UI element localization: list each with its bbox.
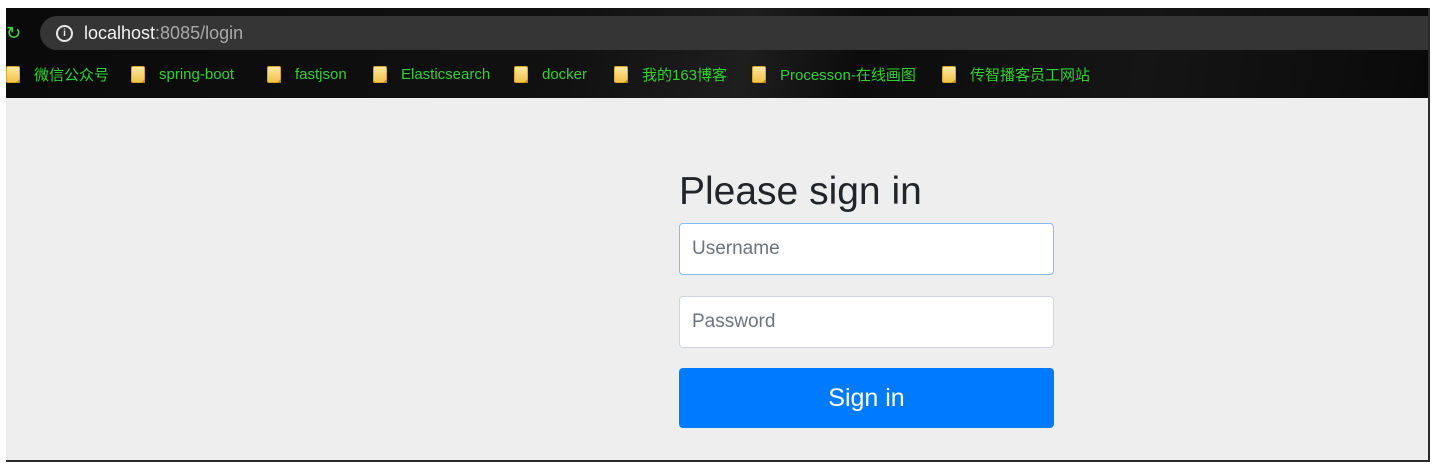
folder-icon: [267, 65, 281, 83]
browser-chrome: ↻ i localhost:8085/login 微信公众号 spring-bo…: [6, 8, 1428, 98]
bookmark-elasticsearch[interactable]: Elasticsearch: [373, 62, 490, 86]
bookmark-label: 我的163博客: [642, 66, 728, 84]
bookmark-spring-boot[interactable]: spring-boot: [131, 62, 234, 86]
bookmark-label: docker: [542, 65, 588, 83]
bookmark-label: spring-boot: [159, 65, 235, 83]
folder-icon: [373, 65, 387, 83]
page-title: Please sign in: [679, 170, 922, 213]
bookmark-label: fastjson: [295, 65, 347, 83]
signin-form: Please sign in Sign in: [679, 168, 1054, 428]
bookmark-docker[interactable]: docker: [514, 62, 587, 86]
folder-icon: [614, 65, 628, 83]
folder-icon: [942, 65, 956, 83]
bookmark-label: Elasticsearch: [401, 65, 491, 83]
bookmark-label: Processon-在线画图: [780, 66, 916, 84]
bookmark-163-blog[interactable]: 我的163博客: [614, 62, 727, 86]
folder-icon: [131, 65, 145, 83]
browser-window: ↻ i localhost:8085/login 微信公众号 spring-bo…: [6, 8, 1430, 462]
folder-icon: [6, 65, 20, 83]
sign-in-button[interactable]: Sign in: [679, 368, 1054, 428]
folder-icon: [752, 65, 766, 83]
url-path: :8085/login: [155, 23, 244, 43]
bookmark-label: 微信公众号: [34, 66, 110, 84]
folder-icon: [514, 65, 528, 83]
reload-icon[interactable]: ↻: [6, 22, 28, 44]
bookmark-label: 传智播客员工网站: [970, 66, 1091, 84]
address-bar[interactable]: i localhost:8085/login: [40, 16, 1428, 50]
url-text[interactable]: localhost:8085/login: [84, 23, 243, 43]
info-icon[interactable]: i: [56, 25, 73, 42]
bookmark-weixin[interactable]: 微信公众号: [6, 62, 109, 86]
password-input[interactable]: [679, 296, 1054, 348]
bookmark-fastjson[interactable]: fastjson: [267, 62, 347, 86]
bookmark-processon[interactable]: Processon-在线画图: [752, 62, 916, 86]
url-host: localhost: [84, 23, 156, 43]
bookmarks-bar: 微信公众号 spring-boot fastjson Elasticsearch…: [6, 62, 1428, 86]
username-input[interactable]: [679, 223, 1054, 275]
bookmark-itcast-staff[interactable]: 传智播客员工网站: [942, 62, 1090, 86]
